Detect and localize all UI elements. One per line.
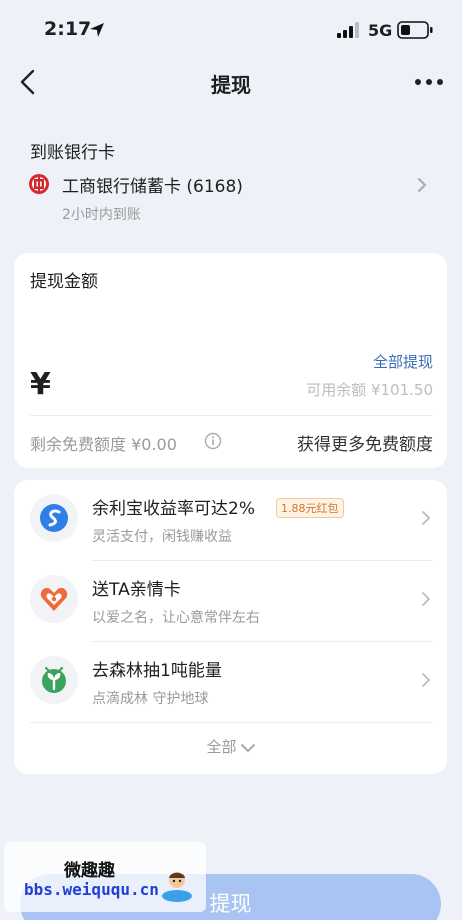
promo-list-card: 余利宝收益率可达2% 1.88元红包 灵活支付，闲钱赚收益 送TA亲情卡 以爱之… <box>14 480 447 774</box>
network-type: 5G <box>368 21 393 40</box>
chevron-down-icon <box>240 743 255 752</box>
promo-title: 余利宝收益率可达2% <box>92 499 255 519</box>
chevron-right-icon <box>422 592 431 606</box>
promo-icon-bg <box>30 575 78 623</box>
divider <box>30 415 433 416</box>
chevron-right-icon <box>422 673 431 687</box>
show-all-button[interactable]: 全部 <box>14 736 447 757</box>
bank-card-selector[interactable]: 工商银行储蓄卡 (6168) <box>28 170 438 200</box>
promo-subtitle: 点滴成林 守护地球 <box>92 691 209 707</box>
icbc-logo-icon <box>29 174 49 194</box>
available-balance: 可用余额 ¥101.50 <box>306 381 433 399</box>
battery-icon <box>397 21 433 39</box>
status-time: 2:17 <box>44 18 92 40</box>
withdraw-amount-card: 提现金额 全部提现 ¥ 可用余额 ¥101.50 剩余免费额度 ¥0.00 获得… <box>14 253 447 468</box>
yulibao-icon <box>40 504 68 532</box>
promo-item-yulibao[interactable]: 余利宝收益率可达2% 1.88元红包 灵活支付，闲钱赚收益 <box>14 480 447 560</box>
withdraw-all-link[interactable]: 全部提现 <box>373 351 433 372</box>
forest-sprout-icon <box>42 666 66 693</box>
get-more-quota-link[interactable]: 获得更多免费额度 <box>297 430 433 455</box>
nav-bar: 提现 <box>0 62 462 102</box>
currency-symbol: ¥ <box>30 367 51 402</box>
promo-item-forest[interactable]: 去森林抽1吨能量 点滴成林 守护地球 <box>14 642 447 722</box>
watermark-title: 微趣趣 <box>64 861 115 881</box>
amount-input[interactable] <box>62 367 262 407</box>
amount-label: 提现金额 <box>30 272 98 292</box>
promo-item-family-card[interactable]: 送TA亲情卡 以爱之名，让心意常伴左右 <box>14 561 447 641</box>
chevron-right-icon <box>422 511 431 525</box>
promo-icon-bg <box>30 656 78 704</box>
promo-subtitle: 以爱之名，让心意常伴左右 <box>92 610 260 626</box>
status-bar: 2:17 5G <box>0 0 462 62</box>
watermark: 微趣趣 bbs.weiququ.cn <box>4 842 206 912</box>
watermark-url: bbs.weiququ.cn <box>24 880 159 899</box>
arrival-time: 2小时内到账 <box>62 207 141 223</box>
bank-heading: 到账银行卡 <box>30 143 115 163</box>
chevron-right-icon <box>418 178 427 192</box>
page-title: 提现 <box>211 73 251 97</box>
show-all-label: 全部 <box>206 738 237 756</box>
divider <box>30 722 433 723</box>
bank-card-section: 到账银行卡 工商银行储蓄卡 (6168) 2小时内到账 <box>0 126 462 236</box>
promo-title: 送TA亲情卡 <box>92 580 181 600</box>
more-dots-icon[interactable] <box>413 72 445 92</box>
promo-subtitle: 灵活支付，闲钱赚收益 <box>92 529 232 545</box>
signal-strength-icon <box>337 22 359 38</box>
promo-icon-bg <box>30 494 78 542</box>
promo-title: 去森林抽1吨能量 <box>92 661 222 681</box>
cartoon-figure-icon <box>162 872 192 902</box>
bank-name: 工商银行储蓄卡 (6168) <box>62 177 243 197</box>
info-icon[interactable] <box>204 432 222 450</box>
red-packet-badge: 1.88元红包 <box>276 498 344 518</box>
free-quota-text: 剩余免费额度 ¥0.00 <box>30 435 177 454</box>
location-arrow-icon <box>90 23 104 37</box>
heart-card-icon <box>40 587 68 611</box>
